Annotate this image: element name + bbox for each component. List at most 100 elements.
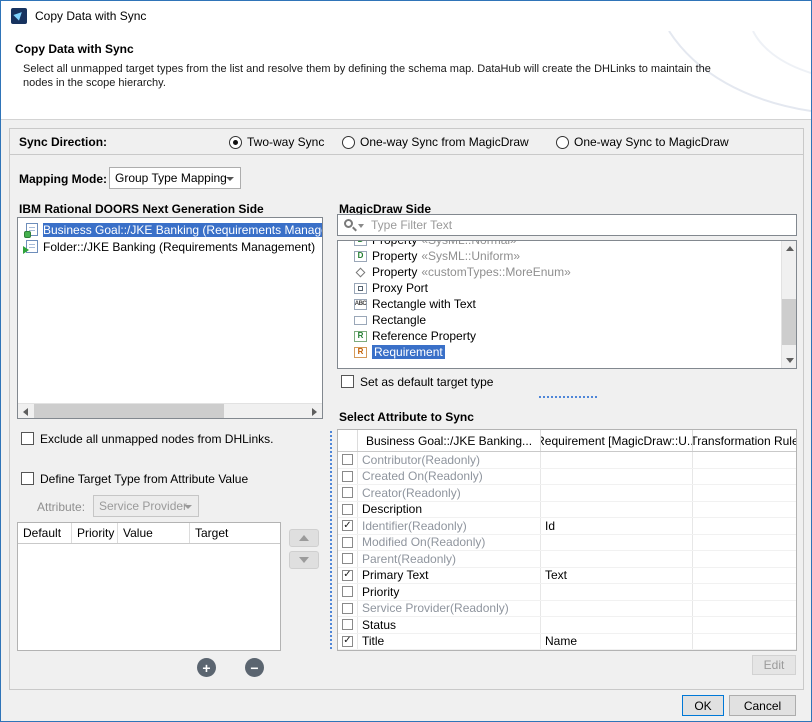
horizontal-splitter-handle[interactable] [539, 396, 597, 398]
set-default-target-label[interactable]: Set as default target type [360, 375, 493, 389]
attribute-select: Service Provider [93, 495, 199, 517]
column-header-default: Default [18, 523, 72, 543]
horizontal-scrollbar[interactable] [18, 403, 322, 418]
row-checkbox[interactable] [342, 603, 353, 614]
attribute-row[interactable]: ✓ Title Name [338, 634, 796, 651]
tree-item-folder[interactable]: Folder::/JKE Banking (Requirements Manag… [18, 238, 322, 255]
scrollbar-thumb[interactable] [782, 299, 797, 345]
row-checkbox[interactable] [342, 471, 353, 482]
row-checkbox[interactable] [342, 537, 353, 548]
check-icon: ✓ [343, 521, 351, 531]
check-icon: ✓ [343, 570, 351, 580]
add-button[interactable]: + [197, 658, 216, 677]
radio-two-way-sync[interactable] [229, 136, 242, 149]
tree-item-property-normal[interactable]: D Property «SysML::Normal» [338, 240, 796, 248]
search-icon[interactable] [343, 217, 365, 233]
tree-item-business-goal[interactable]: Business Goal::/JKE Banking (Requirement… [18, 221, 322, 238]
cancel-button[interactable]: Cancel [729, 695, 796, 716]
radio-one-way-from-magicdraw[interactable] [342, 136, 355, 149]
attribute-name: Created On(Readonly) [358, 469, 541, 485]
attribute-rule [693, 452, 796, 468]
tree-item-rectangle-with-text[interactable]: ABC Rectangle with Text [338, 296, 796, 312]
attribute-name: Creator(Readonly) [358, 485, 541, 501]
tree-item-rectangle[interactable]: Rectangle [338, 312, 796, 328]
radio-two-way-sync-label[interactable]: Two-way Sync [247, 135, 324, 149]
row-checkbox[interactable] [342, 553, 353, 564]
ok-button[interactable]: OK [682, 695, 724, 716]
row-checkbox[interactable] [342, 619, 353, 630]
tree-item-proxy-port[interactable]: Proxy Port [338, 280, 796, 296]
row-checkbox[interactable] [342, 487, 353, 498]
mapping-mode-label: Mapping Mode: [19, 172, 107, 186]
edit-button: Edit [752, 655, 796, 675]
row-checkbox-checked[interactable]: ✓ [342, 520, 353, 531]
column-header-rule: Transformation Rule [693, 430, 796, 451]
attribute-target [541, 551, 693, 567]
define-target-type-label[interactable]: Define Target Type from Attribute Value [40, 472, 248, 486]
radio-one-way-to-magicdraw-label[interactable]: One-way Sync to MagicDraw [574, 135, 729, 149]
scrollbar-thumb[interactable] [34, 404, 224, 419]
row-checkbox-checked[interactable]: ✓ [342, 570, 353, 581]
folder-icon [26, 240, 38, 253]
attribute-target: Id [541, 518, 693, 534]
attribute-row[interactable]: Description [338, 502, 796, 519]
attribute-row[interactable]: Created On(Readonly) [338, 469, 796, 486]
minus-icon: − [250, 661, 258, 675]
attribute-name: Status [358, 617, 541, 633]
tree-item-property-uniform[interactable]: D Property «SysML::Uniform» [338, 248, 796, 264]
attribute-row[interactable]: Status [338, 617, 796, 634]
row-checkbox[interactable] [342, 504, 353, 515]
attribute-label: Attribute: [37, 500, 85, 514]
attribute-row[interactable]: ✓ Primary Text Text [338, 568, 796, 585]
arrow-down-icon [299, 557, 309, 563]
tree-item-requirement[interactable]: R Requirement [338, 344, 796, 360]
radio-one-way-from-magicdraw-label[interactable]: One-way Sync from MagicDraw [360, 135, 529, 149]
scroll-left-icon[interactable] [18, 404, 33, 419]
rectangle-icon [354, 316, 367, 325]
attribute-target [541, 617, 693, 633]
attribute-row[interactable]: Modified On(Readonly) [338, 535, 796, 552]
define-target-type-checkbox[interactable] [21, 472, 34, 485]
mapping-table-header: Default Priority Value Target [18, 523, 280, 544]
vertical-scrollbar[interactable] [781, 241, 796, 368]
remove-button[interactable]: − [245, 658, 264, 677]
column-header-value: Value [118, 523, 190, 543]
attribute-sync-title: Select Attribute to Sync [339, 410, 474, 424]
tree-item-reference-property[interactable]: R Reference Property [338, 328, 796, 344]
radio-one-way-to-magicdraw[interactable] [556, 136, 569, 149]
attribute-row[interactable]: Priority [338, 584, 796, 601]
vertical-splitter-handle[interactable] [330, 431, 332, 649]
scroll-up-icon[interactable] [782, 241, 797, 256]
attribute-sync-table[interactable]: Business Goal::/JKE Banking... Requireme… [337, 429, 797, 651]
move-down-button [289, 551, 319, 569]
datahub-app-icon [11, 8, 27, 24]
title-bar: Copy Data with Sync [1, 1, 811, 31]
exclude-unmapped-checkbox[interactable] [21, 432, 34, 445]
description-line-1: Select all unmapped target types from th… [23, 62, 711, 76]
mapping-table[interactable]: Default Priority Value Target [17, 522, 281, 651]
column-header-target: Requirement [MagicDraw::U... [541, 430, 693, 451]
row-checkbox[interactable] [342, 454, 353, 465]
scroll-down-icon[interactable] [782, 353, 797, 368]
doors-tree[interactable]: Business Goal::/JKE Banking (Requirement… [17, 217, 323, 419]
attribute-row[interactable]: Contributor(Readonly) [338, 452, 796, 469]
attribute-name: Modified On(Readonly) [358, 535, 541, 551]
mapping-mode-select[interactable]: Group Type Mapping [109, 167, 241, 189]
dialog-header: Copy Data with Sync Select all unmapped … [1, 31, 811, 120]
attribute-row[interactable]: ✓ Identifier(Readonly) Id [338, 518, 796, 535]
tree-item-property-moreenum[interactable]: Property «customTypes::MoreEnum» [338, 264, 796, 280]
attribute-rule [693, 485, 796, 501]
attribute-row[interactable]: Service Provider(Readonly) [338, 601, 796, 618]
set-default-target-checkbox[interactable] [341, 375, 354, 388]
row-checkbox[interactable] [342, 586, 353, 597]
attribute-name: Parent(Readonly) [358, 551, 541, 567]
attribute-row[interactable]: Parent(Readonly) [338, 551, 796, 568]
type-filter-input[interactable]: Type Filter Text [337, 214, 797, 236]
magicdraw-tree[interactable]: D Property «SysML::Normal» D Property «S… [337, 240, 797, 369]
row-checkbox-checked[interactable]: ✓ [342, 636, 353, 647]
attribute-target [541, 535, 693, 551]
attribute-row[interactable]: Creator(Readonly) [338, 485, 796, 502]
tree-item-label: Folder::/JKE Banking (Requirements Manag… [43, 240, 322, 254]
scroll-right-icon[interactable] [307, 404, 322, 419]
exclude-unmapped-label[interactable]: Exclude all unmapped nodes from DHLinks. [40, 432, 273, 446]
